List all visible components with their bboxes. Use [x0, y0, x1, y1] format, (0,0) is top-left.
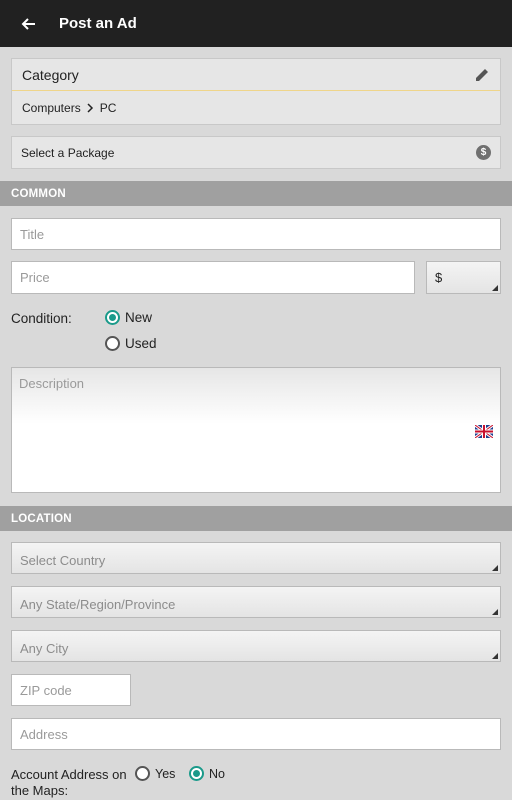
radio-button-selected[interactable] — [105, 310, 120, 325]
section-header-location: LOCATION — [0, 506, 512, 531]
category-card[interactable]: Category Computers PC — [11, 58, 501, 125]
section-header-common: COMMON — [0, 181, 512, 206]
account-address-option-no[interactable]: No — [189, 766, 225, 781]
uk-flag-icon[interactable] — [475, 425, 493, 438]
price-input[interactable]: Price — [11, 261, 415, 294]
pencil-icon[interactable] — [474, 67, 490, 83]
radio-button-selected[interactable] — [189, 766, 204, 781]
currency-value: $ — [435, 270, 443, 285]
radio-label: Used — [125, 336, 157, 351]
condition-option-new[interactable]: New — [105, 310, 152, 325]
city-select[interactable]: Any City — [11, 630, 501, 662]
dropdown-corner-icon — [492, 565, 498, 571]
address-input[interactable]: Address — [11, 718, 501, 750]
dropdown-corner-icon — [492, 285, 498, 291]
dollar-icon: $ — [476, 145, 491, 160]
radio-label: Yes — [155, 766, 176, 781]
breadcrumb: Computers PC — [12, 91, 500, 125]
zip-input[interactable]: ZIP code — [11, 674, 131, 706]
arrow-left-icon — [21, 17, 35, 30]
package-label: Select a Package — [21, 145, 115, 160]
radio-button[interactable] — [105, 336, 120, 351]
state-select[interactable]: Any State/Region/Province — [11, 586, 501, 618]
condition-label: Condition: — [11, 311, 72, 326]
account-address-option-yes[interactable]: Yes — [135, 766, 175, 781]
dropdown-corner-icon — [492, 609, 498, 615]
description-textarea[interactable]: Description — [11, 367, 501, 493]
country-select[interactable]: Select Country — [11, 542, 501, 574]
country-value: Select Country — [20, 553, 106, 568]
title-input[interactable]: Title — [11, 218, 501, 250]
city-value: Any City — [20, 641, 69, 656]
breadcrumb-item: PC — [99, 101, 117, 115]
state-value: Any State/Region/Province — [20, 597, 176, 612]
category-label: Category — [22, 66, 79, 83]
radio-label: New — [125, 310, 153, 325]
back-button[interactable] — [0, 0, 56, 47]
currency-select[interactable]: $ — [426, 261, 501, 294]
radio-label: No — [209, 766, 225, 781]
radio-button[interactable] — [135, 766, 150, 781]
select-package-row[interactable]: Select a Package $ — [11, 136, 501, 169]
app-bar: Post an Ad — [0, 0, 512, 47]
dropdown-corner-icon — [492, 653, 498, 659]
description-placeholder: Description — [19, 376, 85, 391]
chevron-right-icon — [87, 103, 93, 113]
breadcrumb-item: Computers — [22, 101, 81, 115]
account-address-label: Account Address on the Maps: — [11, 767, 127, 798]
condition-option-used[interactable]: Used — [105, 336, 157, 351]
page-title: Post an Ad — [59, 15, 137, 32]
